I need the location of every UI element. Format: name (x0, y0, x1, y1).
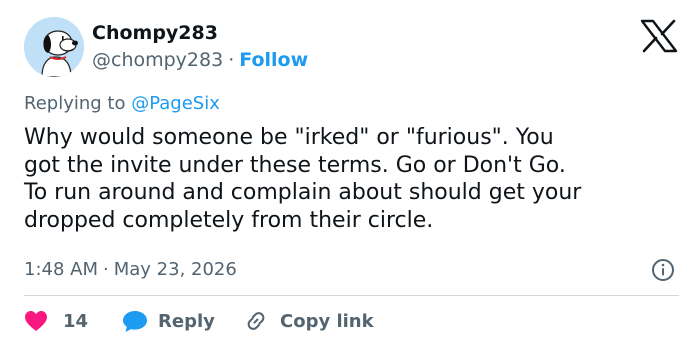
tweet-text-line: To run around and complain about should … (24, 180, 582, 205)
tweet-text-line: Why would someone be "irked" or "furious… (24, 125, 554, 150)
copy-link-label: Copy link (280, 310, 374, 332)
reply-prefix: Replying to (24, 93, 126, 114)
reply-context: Replying to @PageSix (24, 92, 220, 116)
divider (24, 295, 679, 296)
x-logo-icon[interactable] (640, 19, 678, 53)
snoopy-avatar-image (24, 17, 84, 77)
like-button[interactable]: 14 (24, 307, 88, 335)
tweet-time[interactable]: 1:48 AM (24, 259, 98, 280)
like-count: 14 (63, 310, 89, 332)
author-display-name[interactable]: Chompy283 (92, 21, 218, 45)
info-icon[interactable] (651, 258, 675, 282)
tweet-text: Why would someone be "irked" or "furious… (24, 124, 684, 234)
reply-label: Reply (158, 310, 215, 332)
tweet-text-line: dropped completely from their circle. (24, 207, 434, 233)
avatar[interactable] (24, 17, 84, 77)
separator-dot: · (103, 259, 109, 280)
tweet-text-line: got the invite under these terms. Go or … (24, 152, 566, 178)
heart-icon (25, 311, 47, 331)
reply-button[interactable]: Reply (122, 307, 215, 335)
follow-button[interactable]: Follow (239, 49, 308, 71)
tweet-timestamp[interactable]: 1:48 AM · May 23, 2026 (24, 258, 237, 282)
link-icon (247, 312, 265, 330)
author-handle-row: @chompy283 · Follow (92, 48, 308, 72)
separator-dot: · (228, 49, 235, 71)
speech-bubble-icon (123, 311, 147, 332)
reply-mention-link[interactable]: @PageSix (131, 93, 220, 114)
copy-link-button[interactable]: Copy link (244, 307, 374, 335)
author-handle[interactable]: @chompy283 (92, 49, 223, 71)
tweet-date[interactable]: May 23, 2026 (114, 259, 237, 280)
